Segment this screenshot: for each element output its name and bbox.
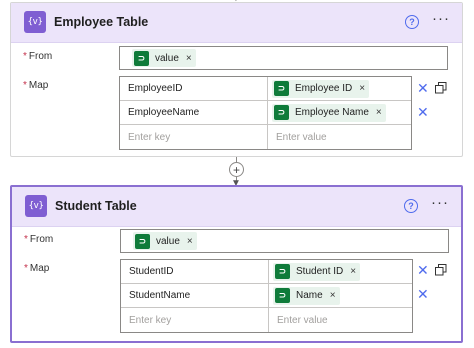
map-label-text: Map	[29, 263, 50, 274]
map-table: EmployeeID ⊃ Employee ID × EmployeeName …	[119, 76, 412, 150]
from-label-text: From	[29, 234, 54, 245]
map-row-empty: Enter key Enter value	[120, 125, 411, 149]
remove-token-icon[interactable]: ×	[350, 266, 356, 277]
dataverse-icon: ⊃	[275, 288, 290, 303]
variable-icon: {v}	[25, 195, 47, 217]
remove-token-icon[interactable]: ×	[187, 236, 193, 247]
value-token[interactable]: ⊃ Student ID ×	[273, 262, 361, 281]
help-icon[interactable]: ?	[404, 199, 418, 213]
map-value-input[interactable]: ⊃ Employee ID ×	[268, 77, 411, 100]
delete-row-icon[interactable]: ✕	[417, 287, 429, 301]
from-token-label: value	[156, 235, 180, 247]
add-step-icon[interactable]: +	[229, 162, 244, 177]
from-input[interactable]: ⊃ value ×	[120, 229, 449, 253]
dataverse-icon: ⊃	[274, 81, 289, 96]
map-label: * Map	[23, 80, 48, 91]
card-header[interactable]: {v} Student Table ? ···	[12, 187, 461, 227]
map-key-input[interactable]: EmployeeName	[120, 101, 268, 124]
from-token[interactable]: ⊃ value ×	[132, 49, 196, 67]
variable-icon: {v}	[24, 11, 46, 33]
map-value-input[interactable]: ⊃ Student ID ×	[269, 260, 412, 283]
value-token-label: Employee Name	[295, 107, 369, 118]
delete-row-icon[interactable]: ✕	[417, 263, 429, 277]
map-key-input[interactable]: EmployeeID	[120, 77, 268, 100]
value-token[interactable]: ⊃ Employee Name ×	[272, 103, 386, 122]
required-marker: *	[23, 80, 27, 91]
required-marker: *	[24, 263, 28, 274]
value-token[interactable]: ⊃ Name ×	[273, 286, 340, 305]
required-marker: *	[23, 51, 27, 62]
map-key-placeholder[interactable]: Enter key	[120, 125, 268, 149]
delete-row-icon[interactable]: ✕	[417, 105, 429, 119]
dataverse-icon: ⊃	[134, 50, 149, 66]
from-label-text: From	[28, 51, 53, 62]
action-card-employee-table[interactable]: {v} Employee Table ? ··· * From ⊃ value ×…	[10, 2, 463, 157]
map-key-placeholder[interactable]: Enter key	[121, 308, 269, 332]
map-value-input[interactable]: ⊃ Name ×	[269, 284, 412, 307]
remove-token-icon[interactable]: ×	[376, 107, 382, 118]
map-label: * Map	[24, 263, 49, 274]
remove-token-icon[interactable]: ×	[186, 53, 192, 64]
map-value-placeholder[interactable]: Enter value	[269, 308, 412, 332]
value-token-label: Student ID	[296, 266, 344, 277]
map-row: StudentName ⊃ Name ×	[121, 284, 412, 308]
more-options-icon[interactable]: ···	[432, 11, 450, 27]
map-label-text: Map	[28, 80, 49, 91]
map-value-input[interactable]: ⊃ Employee Name ×	[268, 101, 411, 124]
dataverse-icon: ⊃	[274, 105, 289, 120]
map-row: EmployeeID ⊃ Employee ID ×	[120, 77, 411, 101]
required-marker: *	[24, 234, 28, 245]
map-key-input[interactable]: StudentID	[121, 260, 269, 283]
map-row: EmployeeName ⊃ Employee Name ×	[120, 101, 411, 125]
delete-row-icon[interactable]: ✕	[417, 81, 429, 95]
from-input[interactable]: ⊃ value ×	[119, 46, 448, 70]
card-header[interactable]: {v} Employee Table ? ···	[11, 3, 462, 43]
help-icon[interactable]: ?	[405, 15, 419, 29]
value-token[interactable]: ⊃ Employee ID ×	[272, 79, 370, 98]
dataverse-icon: ⊃	[275, 264, 290, 279]
copy-icon[interactable]	[435, 82, 447, 94]
map-row: StudentID ⊃ Student ID ×	[121, 260, 412, 284]
from-label: * From	[23, 51, 52, 62]
card-title[interactable]: Employee Table	[54, 15, 148, 29]
from-label: * From	[24, 234, 53, 245]
value-token-label: Name	[296, 290, 323, 301]
map-key-input[interactable]: StudentName	[121, 284, 269, 307]
dataverse-icon: ⊃	[135, 233, 150, 249]
map-row-empty: Enter key Enter value	[121, 308, 412, 332]
from-token-label: value	[155, 52, 179, 64]
action-card-student-table[interactable]: {v} Student Table ? ··· * From ⊃ value × …	[10, 185, 463, 343]
value-token-label: Employee ID	[295, 83, 353, 94]
from-token[interactable]: ⊃ value ×	[133, 232, 197, 250]
map-table: StudentID ⊃ Student ID × StudentName ⊃ N…	[120, 259, 413, 333]
remove-token-icon[interactable]: ×	[359, 83, 365, 94]
map-value-placeholder[interactable]: Enter value	[268, 125, 411, 149]
remove-token-icon[interactable]: ×	[330, 290, 336, 301]
more-options-icon[interactable]: ···	[431, 195, 449, 211]
card-title[interactable]: Student Table	[55, 199, 137, 213]
copy-icon[interactable]	[435, 264, 447, 276]
